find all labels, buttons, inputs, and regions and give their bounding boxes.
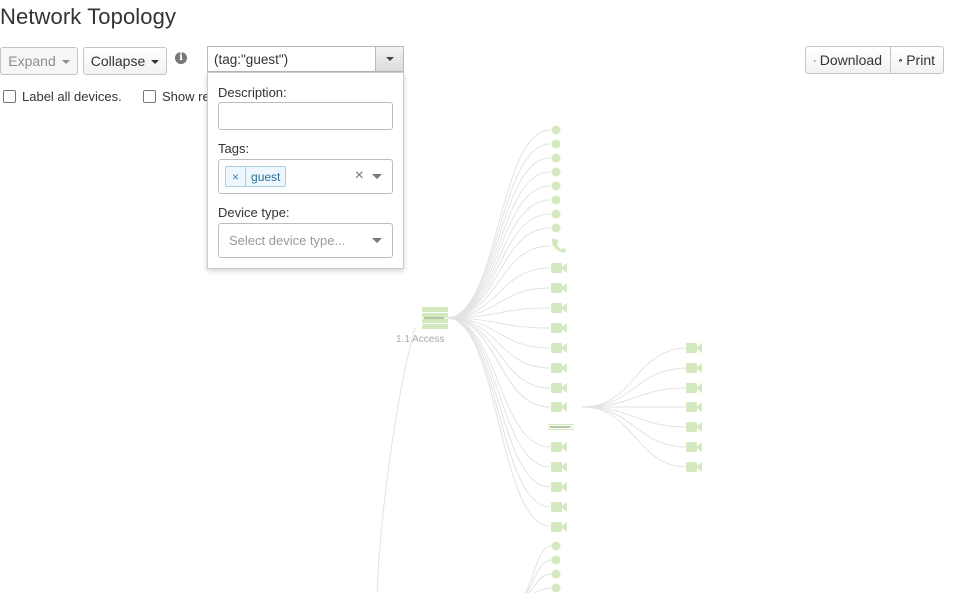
topology-link [581, 347, 689, 408]
camera-icon[interactable] [686, 363, 702, 373]
topology-link [446, 157, 551, 319]
topology-nodes [422, 125, 702, 593]
description-label: Description: [218, 85, 287, 100]
chevron-down-icon[interactable] [372, 174, 382, 179]
camera-icon[interactable] [686, 343, 702, 353]
topology-link [534, 587, 553, 593]
camera-icon[interactable] [686, 422, 702, 432]
camera-icon[interactable] [551, 462, 567, 472]
topology-link [446, 267, 551, 319]
clear-icon[interactable]: × [355, 167, 364, 185]
camera-icon[interactable] [551, 363, 567, 373]
endpoint-dot-icon[interactable] [551, 569, 561, 579]
camera-icon[interactable] [686, 462, 702, 472]
switch-icon[interactable] [548, 424, 574, 430]
endpoint-dot-icon[interactable] [551, 555, 561, 565]
topology-link [581, 406, 689, 448]
topology-link [446, 317, 551, 448]
tags-label: Tags: [218, 141, 250, 156]
camera-icon[interactable] [551, 522, 567, 532]
endpoint-dot-icon[interactable] [551, 209, 561, 219]
camera-icon[interactable] [551, 482, 567, 492]
tags-select[interactable]: × guest × [218, 159, 393, 194]
camera-icon[interactable] [551, 303, 567, 313]
endpoint-dot-icon[interactable] [551, 541, 561, 551]
access-switch-label: 1.1 Access [396, 334, 445, 345]
camera-icon[interactable] [551, 442, 567, 452]
topology-link [446, 185, 551, 319]
endpoint-dot-icon[interactable] [551, 153, 561, 163]
camera-icon[interactable] [551, 402, 567, 412]
camera-icon[interactable] [551, 343, 567, 353]
endpoint-dot-icon[interactable] [551, 583, 561, 593]
camera-icon[interactable] [686, 442, 702, 452]
chevron-down-icon[interactable] [372, 238, 382, 243]
topology-link [446, 171, 551, 319]
endpoint-dot-icon[interactable] [551, 139, 561, 149]
tag-chip-label: guest [251, 169, 281, 184]
description-input[interactable] [218, 102, 393, 130]
uplink-link [376, 327, 416, 593]
camera-icon[interactable] [686, 402, 702, 412]
endpoint-dot-icon[interactable] [551, 167, 561, 177]
topology-link [446, 317, 551, 389]
topology-link [446, 129, 551, 319]
topology-link [581, 367, 689, 408]
camera-icon[interactable] [551, 502, 567, 512]
remove-tag-icon[interactable]: × [226, 167, 247, 186]
topology-links [376, 129, 689, 593]
device-type-label: Device type: [218, 205, 290, 220]
topology-link [446, 317, 551, 527]
endpoint-dot-icon[interactable] [551, 181, 561, 191]
phone-icon[interactable] [552, 238, 566, 253]
camera-icon[interactable] [686, 383, 702, 393]
topology-link [446, 227, 551, 319]
endpoint-dot-icon[interactable] [551, 223, 561, 233]
topology-link [581, 406, 689, 428]
camera-icon[interactable] [551, 383, 567, 393]
endpoint-dot-icon[interactable] [551, 125, 561, 135]
filter-panel: Description: Tags: × guest × Device type… [207, 72, 404, 269]
topology-link [524, 545, 553, 593]
camera-icon[interactable] [551, 323, 567, 333]
topology-link [581, 406, 689, 468]
tag-chip: × guest [225, 166, 287, 187]
device-type-placeholder: Select device type... [229, 233, 346, 248]
camera-icon[interactable] [551, 283, 567, 293]
endpoint-dot-icon[interactable] [551, 195, 561, 205]
access-switch-icon[interactable] [422, 307, 448, 329]
topology-link [446, 245, 551, 319]
topology-canvas[interactable] [0, 0, 956, 593]
device-type-select[interactable]: Select device type... [218, 223, 393, 258]
topology-link [528, 573, 553, 593]
camera-icon[interactable] [551, 263, 567, 273]
topology-link [446, 317, 551, 508]
topology-link [446, 317, 551, 468]
topology-link [581, 387, 689, 408]
